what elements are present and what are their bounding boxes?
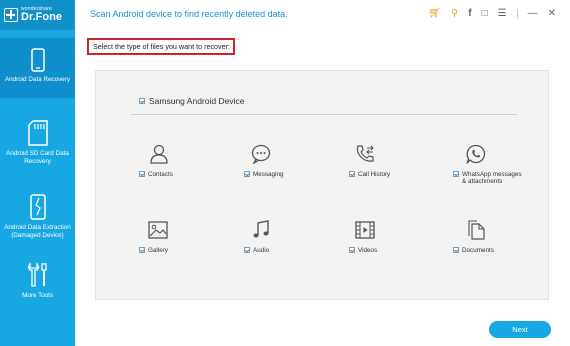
- gallery-icon: [148, 221, 168, 239]
- device-checkbox[interactable]: [139, 98, 145, 104]
- sidebar-item-label: Android SD Card Data Recovery: [6, 150, 69, 165]
- videos-icon: [355, 221, 375, 239]
- file-type-label: WhatsApp messages: [462, 171, 522, 178]
- call-history-icon: [356, 145, 374, 162]
- brand-name: Dr.Fone: [21, 11, 62, 23]
- sidebar-item-sd-card-recovery[interactable]: Android SD Card Data Recovery: [0, 114, 75, 174]
- contacts-icon: [150, 144, 168, 164]
- instruction-text: Select the type of files you want to rec…: [87, 38, 235, 55]
- sidebar-item-more-tools[interactable]: More Tools: [0, 258, 75, 308]
- messaging-icon: [251, 144, 271, 164]
- file-type-label: Documents: [462, 247, 494, 254]
- whatsapp-icon: [466, 144, 486, 164]
- file-type-label-line2: & attachments: [462, 178, 503, 185]
- cart-icon[interactable]: 🛒︎: [428, 8, 441, 20]
- tools-icon: [27, 262, 47, 287]
- file-type-label: Gallery: [148, 247, 168, 254]
- divider: [516, 9, 518, 19]
- sidebar: wondershare Dr.Fone Android Data Recover…: [0, 0, 75, 346]
- facebook-icon[interactable]: f: [468, 8, 471, 20]
- sidebar-item-label: Android Data Extraction (Damaged Device): [4, 224, 71, 239]
- app-logo: wondershare Dr.Fone: [0, 0, 75, 30]
- broken-phone-icon: [29, 194, 46, 220]
- close-icon[interactable]: ✕: [548, 8, 556, 20]
- audio-icon: [253, 220, 269, 238]
- messaging-checkbox[interactable]: [244, 171, 250, 177]
- sidebar-item-android-data-recovery[interactable]: Android Data Recovery: [0, 38, 75, 98]
- divider: [131, 114, 517, 115]
- menu-icon[interactable]: ☰: [498, 8, 507, 20]
- file-type-label: Contacts: [148, 171, 173, 178]
- minimize-icon[interactable]: —: [528, 8, 538, 20]
- documents-checkbox[interactable]: [453, 247, 459, 253]
- contacts-checkbox[interactable]: [139, 171, 145, 177]
- videos-checkbox[interactable]: [349, 247, 355, 253]
- sidebar-item-data-extraction[interactable]: Android Data Extraction (Damaged Device): [0, 190, 75, 250]
- feedback-icon[interactable]: □: [482, 8, 488, 20]
- file-type-label: Videos: [358, 247, 378, 254]
- gallery-checkbox[interactable]: [139, 247, 145, 253]
- phone-icon: [30, 48, 45, 72]
- file-type-label: Call History: [358, 171, 391, 178]
- logo-plus-icon: [4, 8, 18, 22]
- page-title: Scan Android device to find recently del…: [90, 9, 288, 19]
- device-label: Samsung Android Device: [149, 96, 245, 106]
- key-icon[interactable]: ⚲: [451, 8, 458, 20]
- documents-icon: [468, 220, 485, 240]
- audio-checkbox[interactable]: [244, 247, 250, 253]
- next-button[interactable]: Next: [489, 321, 551, 338]
- sidebar-item-label: More Tools: [22, 292, 53, 299]
- file-type-label: Audio: [253, 247, 270, 254]
- whatsapp-checkbox[interactable]: [453, 171, 459, 177]
- file-type-label: Messaging: [253, 171, 284, 178]
- sd-card-icon: [27, 120, 48, 146]
- call-history-checkbox[interactable]: [349, 171, 355, 177]
- sidebar-item-label: Android Data Recovery: [4, 76, 71, 83]
- window-controls: 🛒︎ ⚲ f □ ☰ — ✕: [428, 8, 556, 20]
- file-type-panel: Samsung Android Device Contacts Messagin…: [95, 70, 549, 300]
- device-select[interactable]: Samsung Android Device: [139, 96, 244, 106]
